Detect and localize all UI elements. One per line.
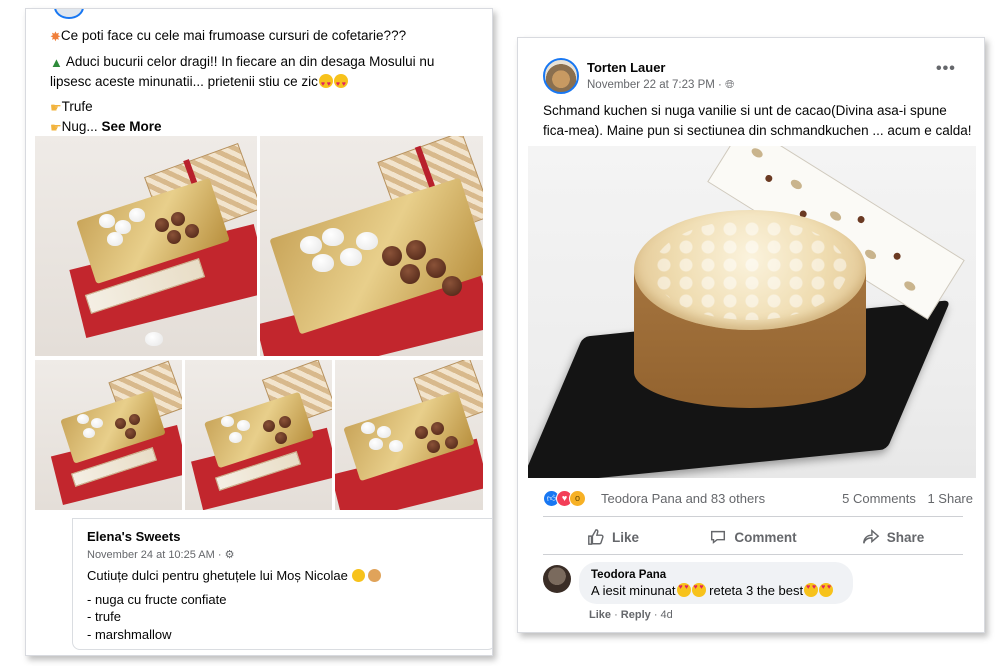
heart-eyes-icon xyxy=(819,583,834,597)
reaction-counts: 5 Comments 1 Share xyxy=(834,491,973,506)
heart-eyes-icon xyxy=(676,583,691,597)
gear-icon: ⚙ xyxy=(224,549,235,561)
shared-author-name[interactable]: Elena's Sweets xyxy=(87,529,180,544)
shared-item: - marshmallow xyxy=(87,626,172,642)
post-actions: Like Comment Share xyxy=(543,521,963,553)
like-label: Like xyxy=(611,529,639,545)
comment-reply-link[interactable]: Reply xyxy=(621,609,651,621)
shared-post-meta: November 24 at 10:25 AM · ⚙ xyxy=(87,548,234,561)
reactions-bar: 👍︎ ♥ o Teodora Pana and 83 others 5 Comm… xyxy=(543,489,973,509)
grin-icon xyxy=(351,569,365,582)
shared-item: - nuga cu fructe confiate xyxy=(87,591,227,607)
share-button[interactable]: Share xyxy=(823,521,963,553)
cake-photo[interactable] xyxy=(528,146,976,478)
share-icon xyxy=(862,529,880,544)
like-icon xyxy=(588,529,604,545)
shared-post-time[interactable]: November 24 at 10:25 AM · xyxy=(87,549,222,561)
pointing-hand-icon: ☛ xyxy=(50,120,62,135)
post-text: ✸Ce poti face cu cele mai frumoase cursu… xyxy=(50,26,480,137)
globe-icon: 🌐︎ xyxy=(725,79,735,91)
share-label: Share xyxy=(886,529,925,545)
post-text: Schmand kuchen si nuga vanilie si unt de… xyxy=(543,103,972,138)
divider xyxy=(543,554,963,555)
comment-text-part: reteta 3 the best xyxy=(705,583,804,598)
post-line-2: Aduci bucurii celor dragi!! In fiecare a… xyxy=(65,54,435,69)
heart-eyes-icon xyxy=(333,74,348,94)
comment-text-part: A iesit minunat xyxy=(591,583,676,598)
heart-eyes-icon xyxy=(691,583,706,597)
comment-actions: Like · Reply · 4d xyxy=(589,609,673,621)
photo-4[interactable] xyxy=(185,360,332,510)
shared-post-preview[interactable]: Elena's Sweets November 24 at 10:25 AM ·… xyxy=(72,518,492,650)
comment-like-link[interactable]: Like xyxy=(589,609,611,621)
right-post-card: Torten Lauer November 22 at 7:23 PM · 🌐︎… xyxy=(517,37,985,633)
divider xyxy=(543,516,963,517)
post-meta: November 22 at 7:23 PM · 🌐︎ xyxy=(587,79,734,92)
left-post-card: ✸Ce poti face cu cele mai frumoase cursu… xyxy=(25,8,493,656)
author-avatar[interactable] xyxy=(54,9,84,19)
comment-label: Comment xyxy=(734,529,797,545)
cake-meringue-top xyxy=(634,210,866,330)
flex-icon xyxy=(368,569,382,582)
tree-icon: ▲ xyxy=(50,55,63,70)
like-button[interactable]: Like xyxy=(543,521,683,553)
comment-icon xyxy=(711,530,726,544)
heart-eyes-icon xyxy=(318,74,333,94)
post-line-1: Ce poti face cu cele mai frumoase cursur… xyxy=(60,28,407,43)
more-options-button[interactable]: ••• xyxy=(936,60,956,78)
post-line-5: Nug... xyxy=(61,119,98,134)
comments-count[interactable]: 5 Comments xyxy=(842,491,916,506)
comment-bubble: Teodora Pana A iesit minunat reteta 3 th… xyxy=(579,562,853,604)
comment-age: 4d xyxy=(660,609,673,621)
author-name[interactable]: Torten Lauer xyxy=(587,60,666,75)
commenter-avatar[interactable] xyxy=(543,565,571,593)
commenter-name[interactable]: Teodora Pana xyxy=(591,569,841,581)
photo-1[interactable] xyxy=(35,136,257,356)
heart-eyes-icon xyxy=(804,583,819,597)
photo-3[interactable] xyxy=(35,360,182,510)
shared-item: - trufe xyxy=(87,609,121,624)
reaction-icons[interactable]: 👍︎ ♥ o xyxy=(543,490,599,508)
burst-icon: ✸ xyxy=(50,29,61,44)
shared-post-text: Cutiuțe dulci pentru ghetuțele lui Moș N… xyxy=(87,567,487,643)
shares-count[interactable]: 1 Share xyxy=(927,491,973,506)
wow-icon: o xyxy=(569,490,586,507)
post-time[interactable]: November 22 at 7:23 PM · xyxy=(587,79,722,91)
pointing-hand-icon: ☛ xyxy=(50,100,62,115)
see-more-link[interactable]: See More xyxy=(101,119,161,134)
post-line-3: lipsesc aceste minunatii... prietenii st… xyxy=(50,74,318,89)
reaction-names[interactable]: Teodora Pana and 83 others xyxy=(601,491,765,506)
comment-text: A iesit minunat reteta 3 the best xyxy=(591,583,841,598)
photo-5[interactable] xyxy=(335,360,483,510)
photo-2[interactable] xyxy=(260,136,483,356)
post-line-4: Trufe xyxy=(61,99,93,114)
author-avatar[interactable] xyxy=(543,58,579,94)
comment-button[interactable]: Comment xyxy=(683,521,823,553)
shared-text-line-1: Cutiuțe dulci pentru ghetuțele lui Moș N… xyxy=(87,568,348,583)
photo-collage xyxy=(35,136,483,510)
